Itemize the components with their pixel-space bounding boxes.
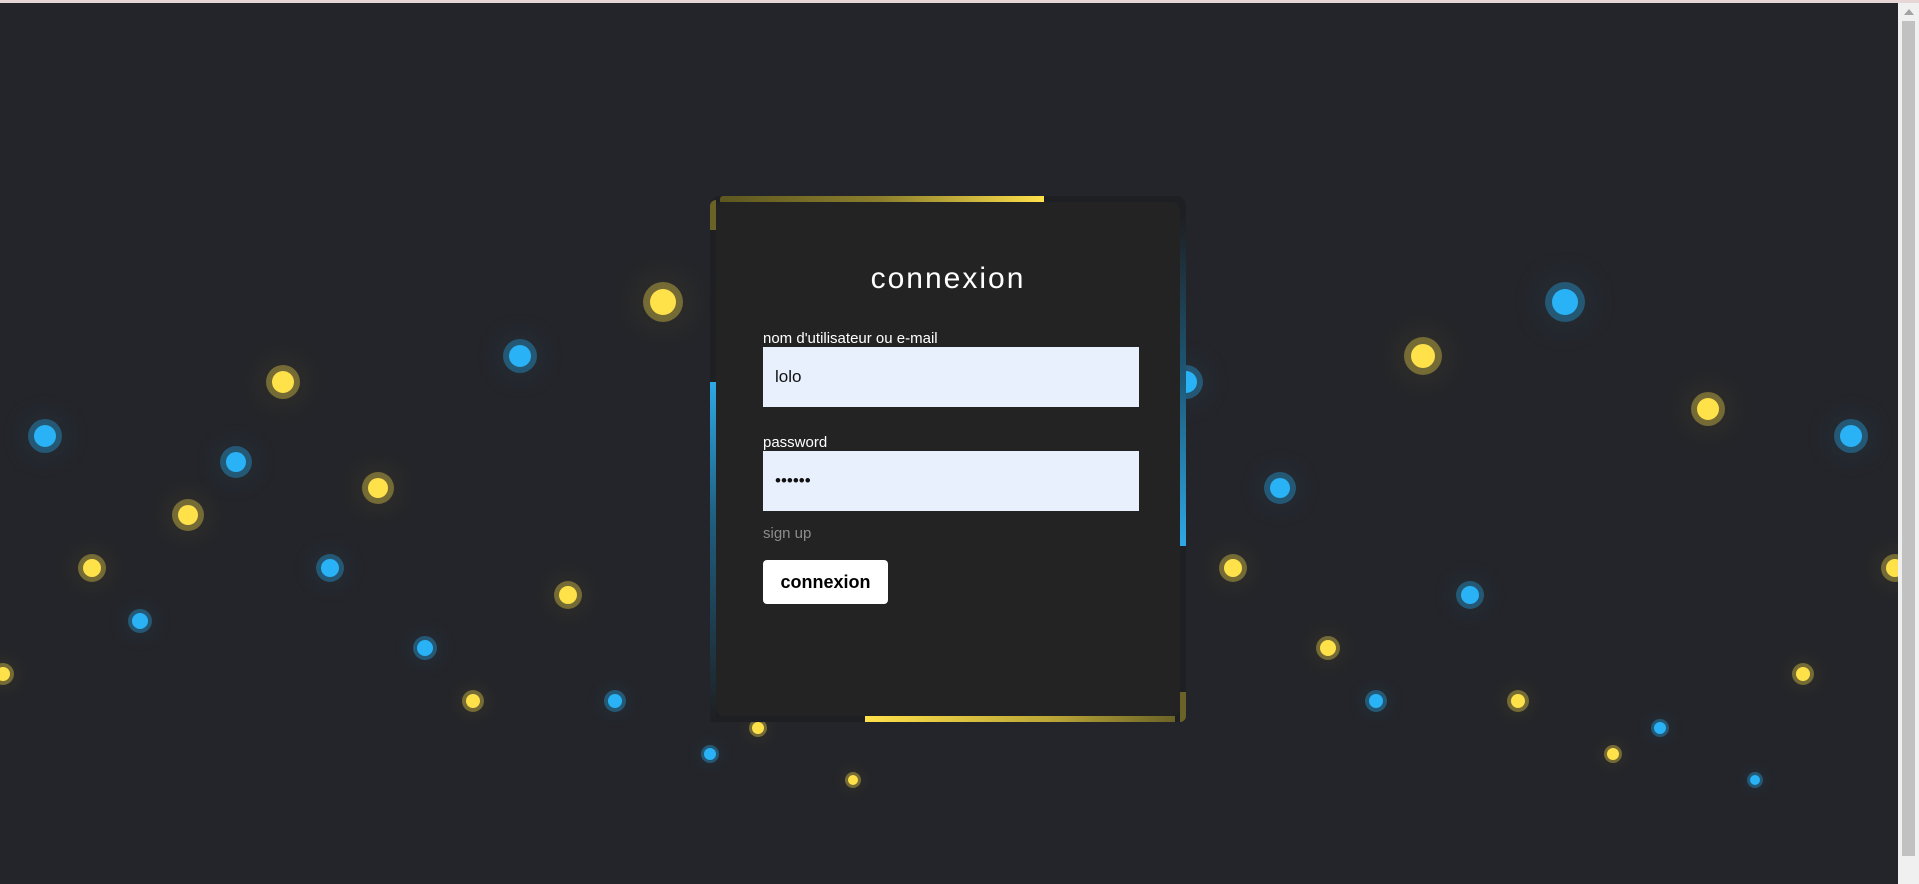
username-label: nom d'utilisateur ou e-mail [763, 330, 938, 347]
blue-light-dot [704, 748, 716, 760]
signup-link[interactable]: sign up [763, 525, 811, 542]
yellow-light-dot [1511, 694, 1525, 708]
login-card-frame: connexion nom d'utilisateur ou e-mail pa… [710, 196, 1186, 722]
password-label: password [763, 434, 828, 451]
blue-light-dot [1369, 694, 1383, 708]
yellow-light-dot [1697, 398, 1719, 420]
card-edge-right-glow-blue [1180, 216, 1186, 546]
yellow-light-dot [650, 289, 676, 315]
yellow-light-dot [0, 667, 10, 681]
yellow-light-dot [752, 722, 764, 734]
login-form: connexion nom d'utilisateur ou e-mail pa… [716, 202, 1180, 716]
blue-light-dot [321, 559, 339, 577]
blue-light-dot [1750, 775, 1760, 785]
page-scrollbar[interactable] [1898, 3, 1919, 884]
password-input[interactable]: •••••• [763, 451, 1139, 511]
blue-light-dot [509, 345, 531, 367]
yellow-light-dot [1411, 344, 1435, 368]
blue-light-dot [1461, 586, 1479, 604]
username-input[interactable] [763, 347, 1139, 407]
yellow-light-dot [559, 586, 577, 604]
yellow-light-dot [1886, 559, 1898, 577]
yellow-light-dot [1224, 559, 1242, 577]
yellow-light-dot [1607, 748, 1619, 760]
yellow-light-dot [1320, 640, 1336, 656]
blue-light-dot [34, 425, 56, 447]
blue-light-dot [1840, 425, 1862, 447]
blue-light-dot [226, 452, 246, 472]
login-title: connexion [870, 262, 1026, 295]
scroll-up-arrow-icon[interactable] [1898, 3, 1919, 20]
yellow-light-dot [83, 559, 101, 577]
scroll-thumb[interactable] [1902, 21, 1915, 856]
card-edge-right-glow-gold [1180, 692, 1186, 722]
yellow-light-dot [1796, 667, 1810, 681]
blue-light-dot [132, 613, 148, 629]
blue-light-dot [417, 640, 433, 656]
yellow-light-dot [272, 371, 294, 393]
connexion-button[interactable]: connexion [763, 560, 888, 604]
yellow-light-dot [466, 694, 480, 708]
yellow-light-dot [178, 505, 198, 525]
card-edge-bottom-glow [865, 716, 1175, 722]
blue-light-dot [1654, 722, 1666, 734]
yellow-light-dot [848, 775, 858, 785]
blue-light-dot [608, 694, 622, 708]
blue-light-dot [1552, 289, 1578, 315]
blue-light-dot [1270, 478, 1290, 498]
yellow-light-dot [368, 478, 388, 498]
